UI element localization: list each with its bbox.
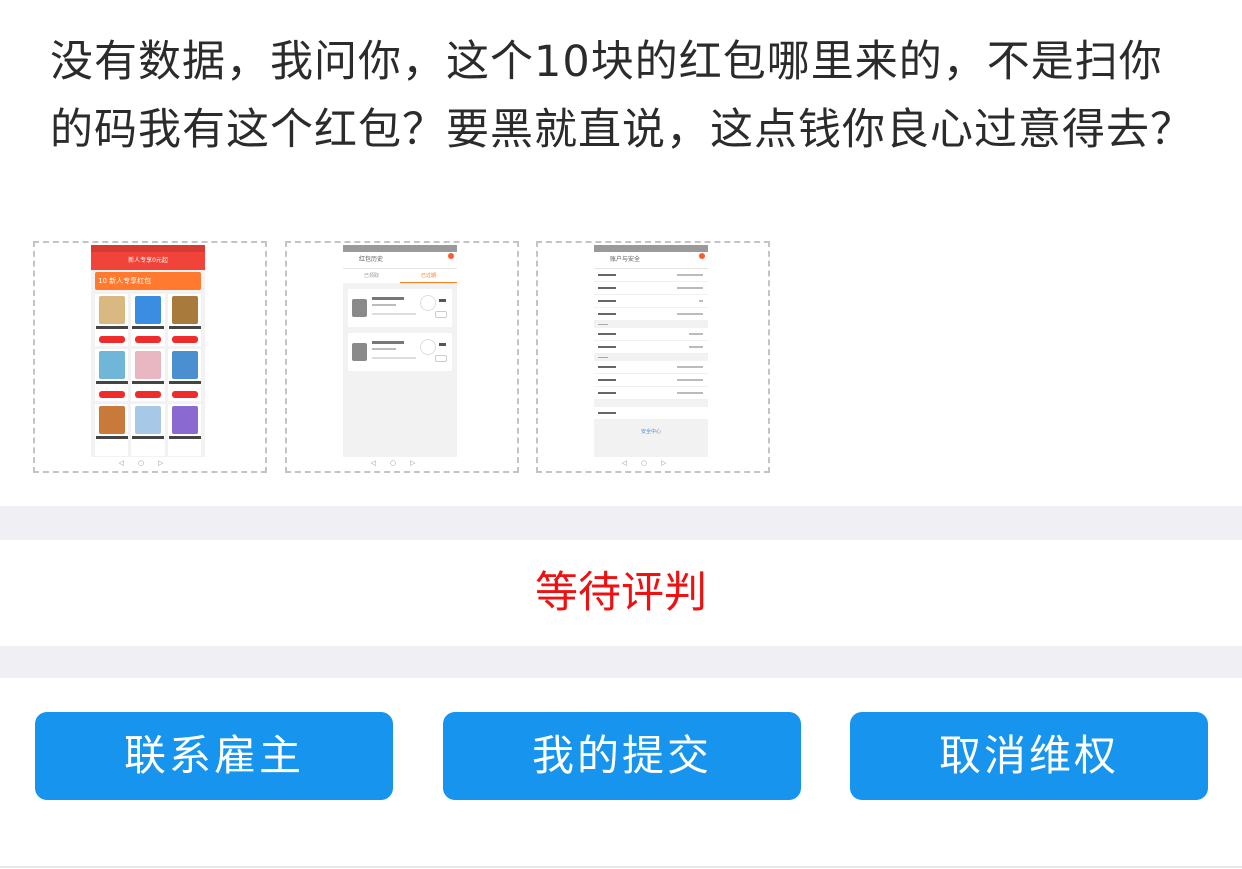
thumb-header: 红包历史 bbox=[343, 252, 457, 269]
thumb-header: 新人专享0元起 bbox=[91, 252, 205, 270]
security-center-link: 安全中心 bbox=[640, 429, 661, 435]
screenshot-thumbnail-3[interactable]: 账户与安全 安全中心 ◁○▷ bbox=[536, 241, 770, 473]
red-packet-card bbox=[348, 333, 452, 371]
phone-screen: 账户与安全 安全中心 ◁○▷ bbox=[594, 245, 708, 469]
notification-dot bbox=[699, 253, 705, 259]
product-grid bbox=[91, 292, 205, 458]
cancel-dispute-button[interactable]: 取消维权 bbox=[850, 712, 1208, 800]
nav-bar: ◁○▷ bbox=[343, 457, 457, 469]
bottom-divider bbox=[0, 866, 1242, 868]
contact-employer-button[interactable]: 联系雇主 bbox=[35, 712, 393, 800]
phone-screen: 红包历史 已领取 已过期 ◁○▷ bbox=[343, 245, 457, 469]
section-divider bbox=[0, 506, 1242, 540]
notification-dot bbox=[448, 253, 454, 259]
red-packet-card bbox=[348, 289, 452, 327]
nav-bar: ◁○▷ bbox=[594, 457, 708, 469]
section-divider bbox=[0, 646, 1242, 678]
my-submission-button[interactable]: 我的提交 bbox=[443, 712, 801, 800]
screenshot-thumbnail-1[interactable]: 新人专享0元起 10 新人专享红包 ◁○▷ bbox=[33, 241, 267, 473]
thumb-header: 账户与安全 bbox=[594, 252, 708, 269]
thumb-banner: 10 新人专享红包 bbox=[95, 272, 201, 290]
dispute-message: 没有数据，我问你，这个10块的红包哪里来的，不是扫你的码我有这个红包？要黑就直说… bbox=[50, 37, 1194, 155]
thumb-tabs: 已领取 已过期 bbox=[343, 269, 457, 283]
screenshot-thumbnail-2[interactable]: 红包历史 已领取 已过期 ◁○▷ bbox=[285, 241, 519, 473]
status-label: 等待评判 bbox=[535, 568, 707, 618]
nav-bar: ◁○▷ bbox=[91, 457, 205, 469]
phone-screen: 新人专享0元起 10 新人专享红包 ◁○▷ bbox=[91, 245, 205, 469]
